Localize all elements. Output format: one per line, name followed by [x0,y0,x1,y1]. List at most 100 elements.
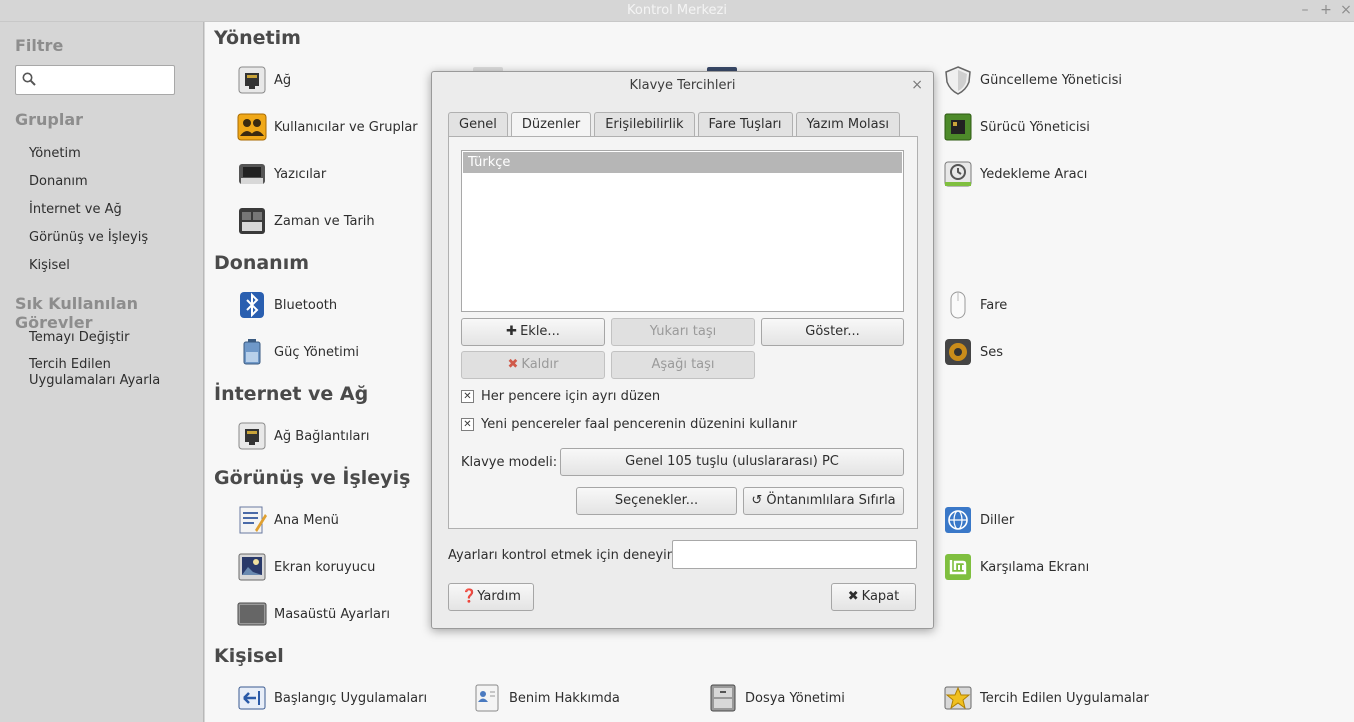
item-preferred-apps[interactable]: Tercih Edilen Uygulamalar [942,680,1149,716]
tab-genel[interactable]: Genel [448,112,508,137]
dialog-tabs: Genel Düzenler Erişilebilirlik Fare Tuşl… [448,112,903,138]
window-close-button[interactable]: × [1338,2,1354,18]
tab-fare-tuslari[interactable]: Fare Tuşları [697,112,793,137]
item-bluetooth[interactable]: Bluetooth [236,287,337,323]
item-languages[interactable]: Diller [942,502,1014,538]
plus-icon: ✚ [506,324,518,339]
item-label: Yedekleme Aracı [980,166,1088,182]
dialog-title: Klavye Tercihleri [629,78,736,93]
tab-duzenler[interactable]: Düzenler [510,112,592,138]
use-active-layout-checkbox[interactable]: ✕ [461,418,474,431]
move-up-button[interactable]: Yukarı taşı [611,318,755,346]
item-date-time[interactable]: Zaman ve Tarih [236,203,375,239]
sidebar-item-gorunus[interactable]: Görünüş ve İşleyiş [29,230,148,246]
separate-layout-checkbox[interactable]: ✕ [461,390,474,403]
sidebar-item-internet[interactable]: İnternet ve Ağ [29,202,122,218]
help-button[interactable]: ❓Yardım [448,583,534,611]
filter-heading: Filtre [15,36,64,55]
backup-icon [942,158,974,190]
sidebar-item-donanim[interactable]: Donanım [29,174,88,190]
item-label: Sürücü Yöneticisi [980,119,1090,135]
item-main-menu[interactable]: Ana Menü [236,502,339,538]
item-screensaver[interactable]: Ekran koruyucu [236,549,375,585]
item-label: Kullanıcılar ve Gruplar [274,119,418,135]
tab-yazim-molasi[interactable]: Yazım Molası [795,112,900,137]
sidebar-item-yonetim[interactable]: Yönetim [29,146,81,162]
file-cabinet-icon [707,682,739,714]
item-startup-apps[interactable]: Başlangıç Uygulamaları [236,680,427,716]
item-network-connections[interactable]: Ağ Bağlantıları [236,418,369,454]
item-ag[interactable]: Ağ [236,62,291,98]
section-title-donanim: Donanım [214,252,310,274]
remove-layout-button[interactable]: ✖ Kaldır [461,351,605,379]
task-change-theme[interactable]: Temayı Değiştir [29,330,130,346]
layouts-list[interactable]: Türkçe [461,150,904,312]
item-users-groups[interactable]: Kullanıcılar ve Gruplar [236,109,418,145]
speaker-icon [942,336,974,368]
filter-input[interactable] [15,65,175,95]
chip-icon [942,111,974,143]
item-label: Karşılama Ekranı [980,559,1090,575]
close-icon: ✖ [847,589,859,604]
item-label: Ağ [274,72,292,88]
show-layout-button[interactable]: Göster... [761,318,904,346]
calendar-clock-icon [236,205,268,237]
checkbox-label: Her pencere için ayrı düzen [481,389,661,404]
test-area-label: Ayarları kontrol etmek için deneyin: [448,548,680,563]
item-backup-tool[interactable]: Yedekleme Aracı [942,156,1087,192]
network-connections-icon [236,420,268,452]
reset-icon: ↺ [751,493,767,508]
item-label: Masaüstü Ayarları [274,606,390,622]
minimize-button[interactable]: – [1297,2,1313,18]
reset-defaults-button[interactable]: ↺ Öntanımlılara Sıfırla [743,487,904,515]
close-icon[interactable]: × [911,77,923,93]
section-title-internet: İnternet ve Ağ [214,383,369,405]
mouse-icon [942,289,974,321]
startup-icon [236,682,268,714]
item-about-me[interactable]: Benim Hakkımda [471,680,620,716]
item-login-screen[interactable]: Karşılama Ekranı [942,549,1089,585]
item-driver-manager[interactable]: Sürücü Yöneticisi [942,109,1090,145]
printer-icon [236,158,268,190]
maximize-button[interactable]: + [1318,2,1334,18]
network-icon [236,64,268,96]
use-active-layout-checkbox-row[interactable]: ✕ Yeni pencereler faal pencerenin düzeni… [461,417,797,432]
item-label: Zaman ve Tarih [274,213,375,229]
item-mouse[interactable]: Fare [942,287,1007,323]
checkbox-label: Yeni pencereler faal pencerenin düzenini… [481,417,798,432]
section-title-gorunus: Görünüş ve İşleyiş [214,467,411,489]
item-label: Ses [980,344,1004,360]
section-title-yonetim: Yönetim [214,27,301,49]
item-power-management[interactable]: Güç Yönetimi [236,334,359,370]
separate-layout-checkbox-row[interactable]: ✕ Her pencere için ayrı düzen [461,389,660,404]
options-button[interactable]: Seçenekler... [576,487,737,515]
item-printers[interactable]: Yazıcılar [236,156,326,192]
tab-erisilebilirlik[interactable]: Erişilebilirlik [594,112,695,137]
search-icon [22,72,36,86]
test-input[interactable] [672,540,917,569]
item-label: Ekran koruyucu [274,559,376,575]
add-layout-button[interactable]: ✚ Ekle... [461,318,605,346]
sidebar-item-kisisel[interactable]: Kişisel [29,258,70,274]
item-file-management[interactable]: Dosya Yönetimi [707,680,845,716]
item-label: Güncelleme Yöneticisi [980,72,1122,88]
groups-heading: Gruplar [15,110,84,129]
list-item[interactable]: Türkçe [463,152,902,173]
item-sound[interactable]: Ses [942,334,1003,370]
window-titlebar: Kontrol Merkezi – + × [0,0,1354,22]
item-desktop-settings[interactable]: Masaüstü Ayarları [236,596,390,632]
star-icon [942,682,974,714]
item-label: Güç Yönetimi [274,344,359,360]
item-update-manager[interactable]: Güncelleme Yöneticisi [942,62,1122,98]
move-down-button[interactable]: Aşağı taşı [611,351,755,379]
close-button[interactable]: ✖ Kapat [831,583,916,611]
task-preferred-apps[interactable]: Tercih Edilen Uygulamaları Ayarla [29,357,179,389]
sidebar: Filtre Gruplar Yönetim Donanım İnternet … [0,22,204,722]
keyboard-model-button[interactable]: Genel 105 tuşlu (uluslararası) PC [560,448,904,476]
users-icon [236,111,268,143]
layouts-panel: Türkçe ✚ Ekle... Yukarı taşı Göster... ✖ K… [448,136,918,529]
window-title: Kontrol Merkezi [627,3,727,18]
shield-icon [942,64,974,96]
globe-icon [942,504,974,536]
item-label: Diller [980,512,1015,528]
